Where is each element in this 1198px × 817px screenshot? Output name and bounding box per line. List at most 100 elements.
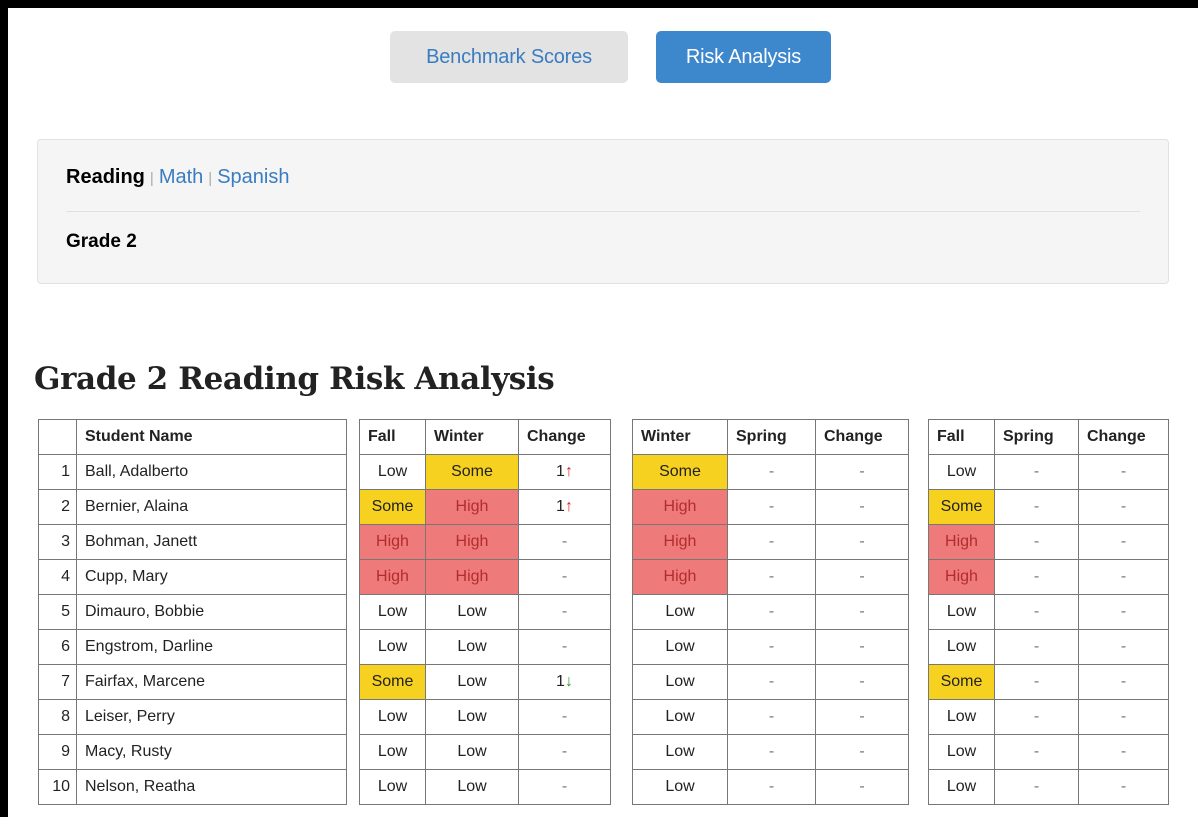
risk-cell: - bbox=[994, 664, 1079, 700]
risk-cell: - bbox=[727, 734, 816, 770]
risk-cell: - bbox=[994, 629, 1079, 665]
change-value: - bbox=[561, 778, 568, 795]
table-row: 3 Bohman, Janett bbox=[38, 524, 347, 560]
change-cell: - bbox=[518, 699, 611, 735]
table-row: Some - - bbox=[632, 454, 909, 490]
subject-spanish-link[interactable]: Spanish bbox=[217, 166, 289, 188]
change-value: - bbox=[1120, 778, 1127, 795]
spring-header: Spring bbox=[994, 419, 1079, 455]
table-row: 6 Engstrom, Darline bbox=[38, 629, 347, 665]
table-row: 1 Ball, Adalberto bbox=[38, 454, 347, 490]
table-row: Low Low - bbox=[359, 734, 611, 770]
change-value: - bbox=[1120, 673, 1127, 690]
risk-cell: Low bbox=[425, 699, 519, 735]
change-value: 1 bbox=[556, 463, 565, 480]
table-row: Low Low - bbox=[359, 594, 611, 630]
change-cell: - bbox=[518, 769, 611, 805]
table-row: Low - - bbox=[928, 594, 1169, 630]
table-row: Some - - bbox=[928, 664, 1169, 700]
risk-cell: - bbox=[994, 699, 1079, 735]
table-header-row: Student Name bbox=[38, 419, 347, 455]
risk-cell: Some bbox=[928, 664, 995, 700]
fall-header: Fall bbox=[359, 419, 426, 455]
risk-cell: - bbox=[727, 559, 816, 595]
change-cell: - bbox=[1078, 664, 1169, 700]
change-value: - bbox=[1120, 568, 1127, 585]
change-cell: - bbox=[815, 629, 909, 665]
risk-cell: High bbox=[359, 559, 426, 595]
table-row: Low - - bbox=[632, 734, 909, 770]
risk-cell: Low bbox=[928, 629, 995, 665]
risk-cell: High bbox=[928, 524, 995, 560]
filter-panel: Reading | Math | Spanish Grade 2 bbox=[37, 139, 1169, 284]
student-name-cell: Leiser, Perry bbox=[76, 699, 347, 735]
change-value: - bbox=[859, 603, 865, 620]
risk-cell: Low bbox=[359, 454, 426, 490]
change-header: Change bbox=[815, 419, 909, 455]
change-value: - bbox=[859, 743, 865, 760]
table-row: Low Some 1↑ bbox=[359, 454, 611, 490]
risk-cell: High bbox=[928, 559, 995, 595]
change-cell: - bbox=[518, 524, 611, 560]
fall-spring-table: Fall Spring Change Low - - Some - - High - - High… bbox=[928, 419, 1169, 805]
risk-cell: Low bbox=[928, 594, 995, 630]
table-row: Some - - bbox=[928, 489, 1169, 525]
risk-cell: High bbox=[425, 559, 519, 595]
change-value: - bbox=[859, 498, 865, 515]
risk-cell: Low bbox=[425, 734, 519, 770]
table-row: Low - - bbox=[632, 664, 909, 700]
risk-cell: Low bbox=[928, 734, 995, 770]
student-name-cell: Dimauro, Bobbie bbox=[76, 594, 347, 630]
arrow-up-icon: ↑ bbox=[564, 463, 573, 480]
page-title: Grade 2 Reading Risk Analysis bbox=[34, 361, 555, 397]
table-row: High - - bbox=[632, 559, 909, 595]
view-tabs: Benchmark Scores Risk Analysis bbox=[8, 31, 1198, 85]
change-value: - bbox=[561, 743, 568, 760]
row-number-cell: 6 bbox=[38, 629, 77, 665]
change-value: - bbox=[1120, 603, 1127, 620]
change-cell: - bbox=[1078, 454, 1169, 490]
subject-math-link[interactable]: Math bbox=[159, 166, 203, 188]
change-value: - bbox=[561, 603, 568, 620]
risk-cell: Low bbox=[632, 734, 728, 770]
table-row: Low - - bbox=[632, 769, 909, 805]
table-row: High - - bbox=[632, 489, 909, 525]
student-name-cell: Bohman, Janett bbox=[76, 524, 347, 560]
row-number-cell: 10 bbox=[38, 769, 77, 805]
table-row: Low - - bbox=[928, 699, 1169, 735]
risk-cell: - bbox=[727, 629, 816, 665]
table-row: Low Low - bbox=[359, 769, 611, 805]
table-row: 7 Fairfax, Marcene bbox=[38, 664, 347, 700]
subject-reading[interactable]: Reading bbox=[66, 166, 145, 188]
subject-separator: | bbox=[149, 170, 154, 187]
change-cell: - bbox=[815, 594, 909, 630]
tab-benchmark-scores[interactable]: Benchmark Scores bbox=[390, 31, 628, 83]
risk-cell: Low bbox=[425, 629, 519, 665]
student-table: Student Name 1 Ball, Adalberto 2 Bernier, A… bbox=[38, 419, 347, 805]
row-number-cell: 7 bbox=[38, 664, 77, 700]
risk-cell: - bbox=[727, 699, 816, 735]
row-number-cell: 1 bbox=[38, 454, 77, 490]
student-name-cell: Cupp, Mary bbox=[76, 559, 347, 595]
risk-cell: Some bbox=[425, 454, 519, 490]
risk-cell: - bbox=[994, 524, 1079, 560]
risk-cell: - bbox=[727, 769, 816, 805]
risk-cell: Some bbox=[359, 664, 426, 700]
risk-cell: Some bbox=[928, 489, 995, 525]
table-row: Low - - bbox=[928, 769, 1169, 805]
change-cell: 1↓ bbox=[518, 664, 611, 700]
table-header-row: Fall Winter Change bbox=[359, 419, 611, 455]
change-cell: - bbox=[815, 559, 909, 595]
change-cell: - bbox=[1078, 489, 1169, 525]
change-value: - bbox=[1120, 533, 1127, 550]
change-value: - bbox=[561, 638, 568, 655]
change-value: - bbox=[859, 778, 865, 795]
tab-risk-analysis[interactable]: Risk Analysis bbox=[656, 31, 831, 83]
change-value: 1 bbox=[556, 673, 565, 690]
change-value: - bbox=[561, 568, 568, 585]
table-row: Some Low 1↓ bbox=[359, 664, 611, 700]
change-cell: - bbox=[518, 734, 611, 770]
change-value: - bbox=[859, 673, 865, 690]
risk-cell: Low bbox=[632, 594, 728, 630]
change-value: 1 bbox=[556, 498, 565, 515]
